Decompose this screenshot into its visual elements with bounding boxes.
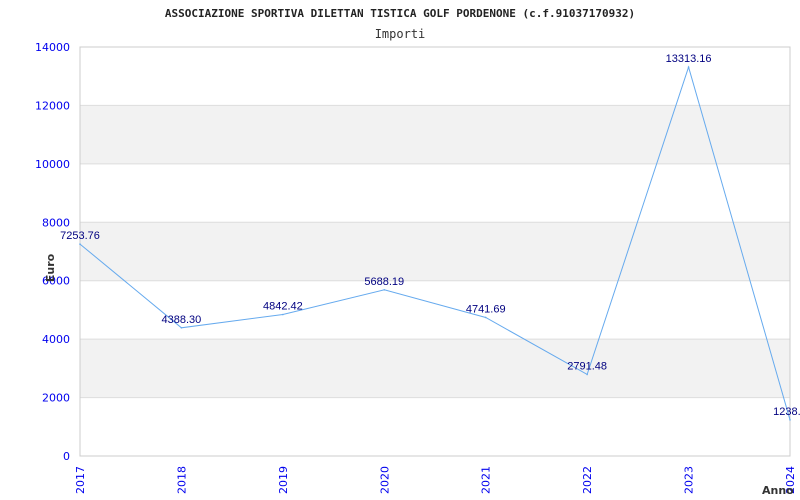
x-axis-label: Anno [762,484,794,497]
data-point [180,326,183,329]
data-label: 4842.42 [263,301,303,313]
data-point [789,419,791,421]
y-tick-label: 12000 [35,99,70,112]
x-tick-label: 2022 [581,466,594,494]
x-tick-label: 2018 [175,466,188,494]
x-tick-label: 2023 [683,466,696,494]
data-point [79,243,81,245]
y-tick-label: 4000 [42,333,70,346]
data-label: 5688.19 [364,276,404,288]
y-tick-label: 8000 [42,216,70,229]
chart-subtitle: Importi [375,27,426,41]
line-chart: ASSOCIAZIONE SPORTIVA DILETTAN TISTICA G… [35,7,800,497]
data-label: 7253.76 [60,230,100,242]
grid-band [80,105,790,164]
x-tick-label: 2021 [480,466,493,494]
data-point [282,313,284,316]
data-label: 4741.69 [466,303,506,315]
data-label: 2791.48 [567,360,607,372]
x-tick-label: 2019 [277,466,290,494]
x-tick-label: 2017 [74,466,87,494]
data-label: 4388.30 [162,314,202,326]
y-tick-label: 14000 [35,41,70,54]
data-label: 1238.3 [773,406,800,418]
grid-band [80,339,790,398]
chart-title: ASSOCIAZIONE SPORTIVA DILETTAN TISTICA G… [165,7,635,20]
y-tick-label: 10000 [35,158,70,171]
data-point [383,289,386,291]
data-point [484,316,487,319]
y-tick-label: 2000 [42,392,70,405]
data-point [586,373,588,376]
grid-band [80,222,790,281]
y-tick-label: 0 [63,450,70,463]
y-axis-label: Euro [44,253,57,282]
data-point [687,66,690,68]
data-label: 13313.16 [666,53,712,65]
x-tick-label: 2020 [378,466,391,494]
